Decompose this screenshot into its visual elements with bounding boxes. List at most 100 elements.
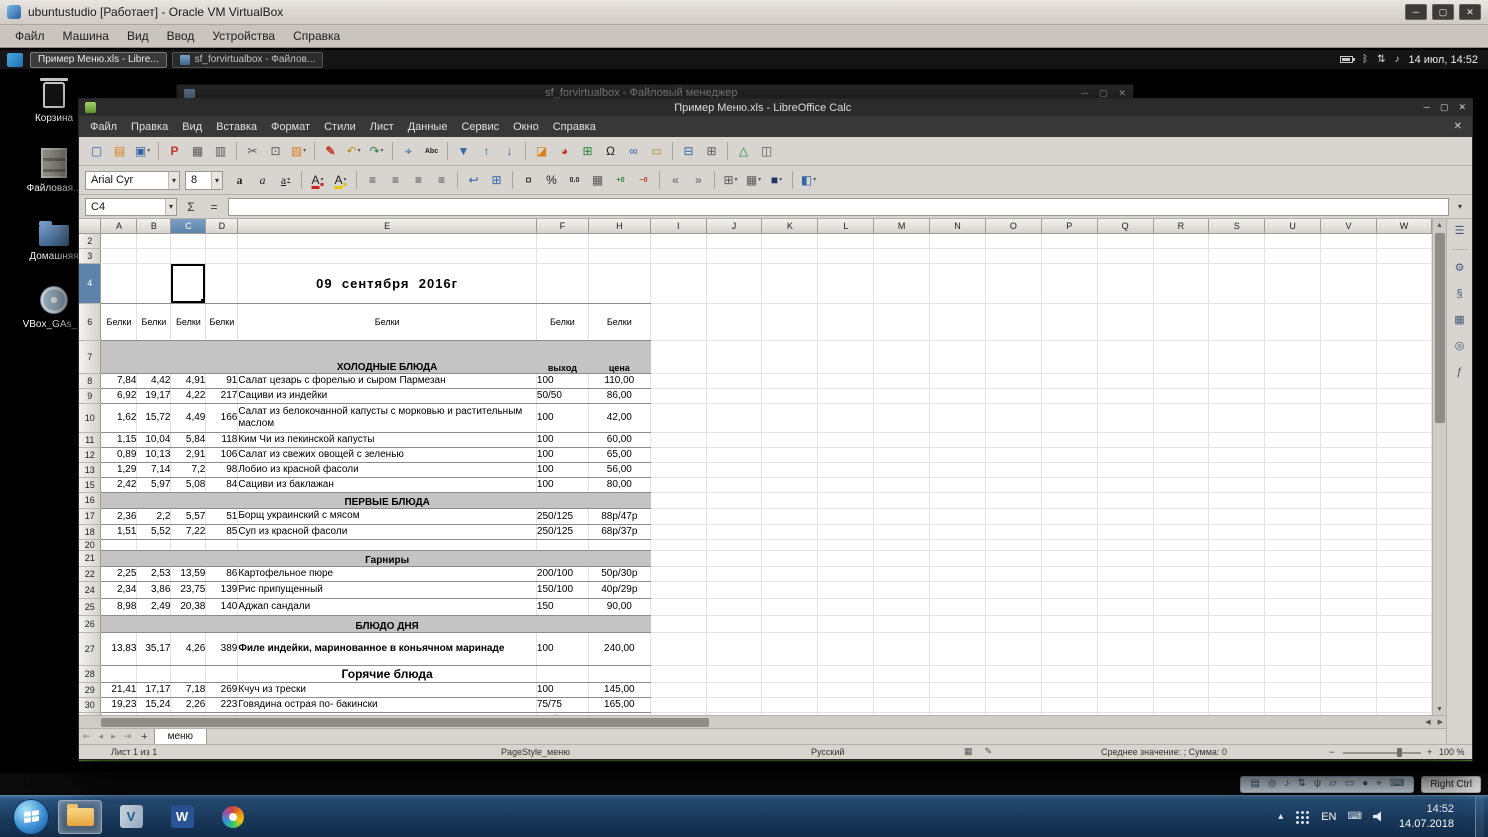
cell-Q9[interactable] [1097,388,1154,404]
cell-M9[interactable] [873,388,931,404]
cell-R17[interactable] [1153,508,1210,525]
cell-F12[interactable]: 100 [536,447,589,463]
row-header-26[interactable]: 26 [79,615,102,633]
cell-N3[interactable] [929,248,986,264]
cell-K30[interactable] [761,697,819,713]
maximize-button[interactable]: ▢ [1099,88,1108,99]
cell-F30[interactable]: 75/75 [536,697,589,713]
cell-P29[interactable] [1041,682,1098,698]
font-size-select[interactable]: 8 ▾ [185,170,223,190]
cell-S3[interactable] [1208,248,1266,264]
paste-icon[interactable]: ▨ ▾ [287,141,310,161]
cell-P15[interactable] [1041,477,1098,493]
font-color-icon[interactable]: А ▾ [306,170,329,190]
cell-C20[interactable] [170,539,207,551]
row-header-9[interactable]: 9 [79,388,102,404]
selection-summary[interactable]: Среднее значение: ; Сумма: 0 [1101,747,1227,757]
cell-R9[interactable] [1153,388,1210,404]
vbox-menu-Файл[interactable]: Файл [6,29,54,43]
cell-O20[interactable] [985,539,1042,551]
cell-D29[interactable]: 269 [205,682,239,698]
cell-R11[interactable] [1153,432,1210,448]
cell-M12[interactable] [873,447,931,463]
cell-O22[interactable] [985,566,1042,582]
tab-nav-icon-1[interactable]: ◂ [95,731,108,742]
cell-H18[interactable]: 68р/37р [588,524,651,540]
cell-E3[interactable] [237,248,537,264]
cell-V9[interactable] [1320,388,1377,404]
zoom-out-button[interactable]: − [1329,747,1334,757]
cell-I10[interactable] [650,403,707,433]
cell-L9[interactable] [817,388,875,404]
cell-F22[interactable]: 200/100 [536,566,589,582]
cell-S25[interactable] [1208,598,1266,616]
cell-U18[interactable] [1264,524,1322,540]
cell-W8[interactable] [1376,373,1432,389]
cell-S29[interactable] [1208,682,1266,698]
cell-U3[interactable] [1264,248,1322,264]
cell-N18[interactable] [929,524,986,540]
cell-F20[interactable] [536,539,589,551]
cell-Q7[interactable] [1097,340,1154,374]
sort-ascending-icon[interactable]: ↑ [475,141,498,161]
cell-J10[interactable] [706,403,763,433]
cell-U20[interactable] [1264,539,1322,551]
cell-O11[interactable] [985,432,1042,448]
cell-D24[interactable]: 139 [205,581,239,599]
cell-M2[interactable] [873,233,931,249]
cell-L4[interactable] [817,263,875,304]
cell-L15[interactable] [817,477,875,493]
cell-Q16[interactable] [1097,492,1154,509]
cell-K21[interactable] [761,550,819,567]
pivot-table-icon[interactable]: ⊞ [576,141,599,161]
cell-E20[interactable] [237,539,537,551]
cell-M28[interactable] [873,665,931,683]
cell-V25[interactable] [1320,598,1377,616]
cell-P28[interactable] [1041,665,1098,683]
cell-V11[interactable] [1320,432,1377,448]
minimize-button[interactable]: ─ [1424,102,1430,113]
cell-V18[interactable] [1320,524,1377,540]
column-header-R[interactable]: R [1153,219,1210,234]
special-character-icon[interactable]: Ω [599,141,622,161]
cell-H29[interactable]: 145,00 [588,682,651,698]
cell-B17[interactable]: 2,2 [136,508,172,525]
cell-E17[interactable]: Борщ украинский с мясом [237,508,537,525]
cell-R27[interactable] [1153,632,1210,666]
cell-N28[interactable] [929,665,986,683]
cell-M22[interactable] [873,566,931,582]
cell-L7[interactable] [817,340,875,374]
cell-R7[interactable] [1153,340,1210,374]
cell-C10[interactable]: 4,49 [170,403,207,433]
cell-U7[interactable] [1264,340,1322,374]
cell-R10[interactable] [1153,403,1210,433]
cell-D4[interactable] [205,263,239,304]
cell-R26[interactable] [1153,615,1210,633]
scroll-left-icon[interactable]: ◀ [1425,718,1430,726]
cell-I27[interactable] [650,632,707,666]
cell-W25[interactable] [1376,598,1432,616]
cell-E18[interactable]: Суп из красной фасоли [237,524,537,540]
cell-P13[interactable] [1041,462,1098,478]
text-language[interactable]: Русский [811,747,844,757]
cell-O12[interactable] [985,447,1042,463]
cell-U21[interactable] [1264,550,1322,567]
cell-U27[interactable] [1264,632,1322,666]
cell-B10[interactable]: 15,72 [136,403,172,433]
cell-E12[interactable]: Салат из свежих овощей с зеленью [237,447,537,463]
vbox-menu-Вид[interactable]: Вид [118,29,158,43]
cell-S15[interactable] [1208,477,1266,493]
cell-F7[interactable]: выход [536,340,589,374]
cell-R3[interactable] [1153,248,1210,264]
cell-N21[interactable] [929,550,986,567]
cell-O18[interactable] [985,524,1042,540]
network-traffic-icon[interactable]: ⇅ [1377,54,1385,65]
cell-Q8[interactable] [1097,373,1154,389]
cell-N7[interactable] [929,340,986,374]
merge-cells-icon[interactable]: ⊞ [485,170,508,190]
cell-N29[interactable] [929,682,986,698]
split-window-icon[interactable]: ⊞ [700,141,723,161]
cell-J26[interactable] [706,615,763,633]
hyperlink-icon[interactable]: ∞ [622,141,645,161]
shared-folders-icon[interactable]: ▱ [1329,779,1337,789]
